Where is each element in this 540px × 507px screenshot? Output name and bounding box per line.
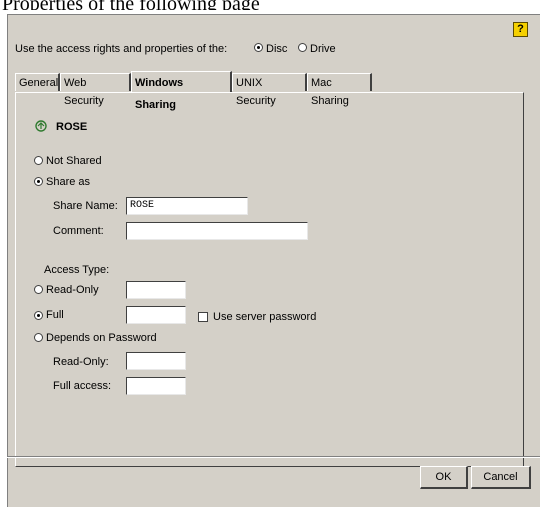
help-icon[interactable]: ? xyxy=(513,22,528,37)
use-server-password-label: Use server password xyxy=(213,311,317,323)
full-password-input[interactable] xyxy=(126,306,186,324)
full-label: Full xyxy=(46,309,64,321)
share-icon xyxy=(35,120,47,132)
page-heading: Properties of the following page xyxy=(0,0,540,10)
access-type-label: Access Type: xyxy=(44,264,110,276)
ro-password-label: Read-Only: xyxy=(53,356,109,368)
tab-web-security[interactable]: Web Security xyxy=(60,73,131,107)
read-only-password-input[interactable] xyxy=(126,281,186,299)
full-radio[interactable] xyxy=(34,311,43,320)
tab-windows-sharing[interactable]: Windows Sharing xyxy=(131,71,232,111)
comment-input[interactable] xyxy=(126,222,308,240)
share-title: ROSE xyxy=(56,121,88,133)
tab-general[interactable]: General xyxy=(15,73,60,91)
disc-radio[interactable] xyxy=(254,43,263,52)
tab-mac-sharing[interactable]: Mac Sharing xyxy=(307,73,372,107)
depends-on-password-radio[interactable] xyxy=(34,333,43,342)
read-only-radio[interactable] xyxy=(34,285,43,294)
drive-radio[interactable] xyxy=(298,43,307,52)
footer-divider xyxy=(7,456,540,458)
ok-button[interactable]: OK xyxy=(420,466,468,489)
share-name-input[interactable]: ROSE xyxy=(126,197,248,215)
disc-label: Disc xyxy=(266,43,288,55)
cancel-button[interactable]: Cancel xyxy=(471,466,531,489)
use-server-password-checkbox[interactable] xyxy=(198,312,208,322)
full-access-password-input[interactable] xyxy=(126,377,186,395)
comment-label: Comment: xyxy=(53,225,104,237)
properties-dialog: ? Use the access rights and properties o… xyxy=(7,14,540,507)
share-as-label: Share as xyxy=(46,176,91,188)
drive-label: Drive xyxy=(310,43,336,55)
read-only-label: Read-Only xyxy=(46,284,99,296)
windows-sharing-panel xyxy=(15,92,524,467)
scope-prompt: Use the access rights and properties of … xyxy=(15,43,228,55)
share-as-radio[interactable] xyxy=(34,177,43,186)
not-shared-label: Not Shared xyxy=(46,155,102,167)
share-name-label: Share Name: xyxy=(53,200,118,212)
depends-on-password-label: Depends on Password xyxy=(46,332,157,344)
not-shared-radio[interactable] xyxy=(34,156,43,165)
tab-unix-security[interactable]: UNIX Security xyxy=(232,73,307,107)
full-access-label: Full access: xyxy=(53,380,112,392)
ro-password-input[interactable] xyxy=(126,352,186,370)
